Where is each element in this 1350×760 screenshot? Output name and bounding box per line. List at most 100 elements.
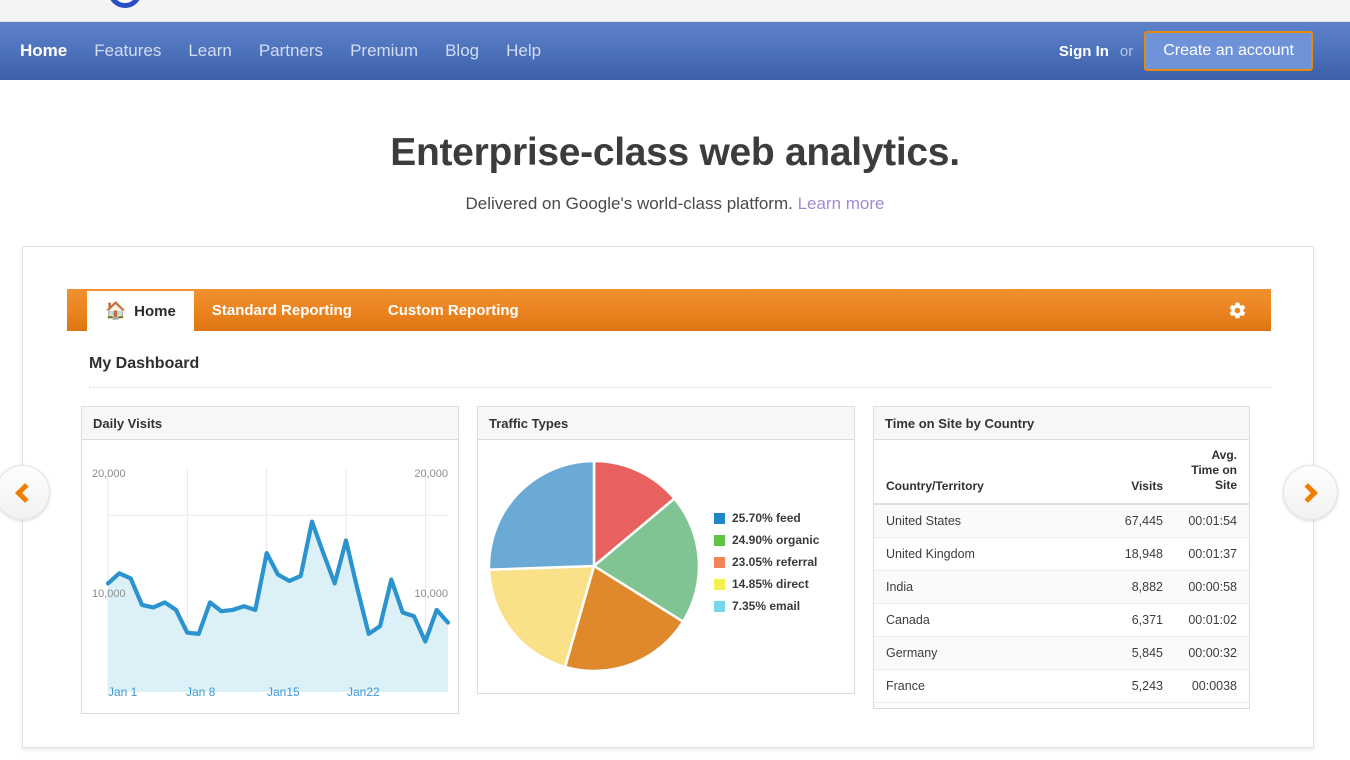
legend-label-email: 7.35% email: [732, 599, 801, 613]
cell-avg-time: 00:01:37: [1175, 537, 1249, 571]
hero-section: Enterprise-class web analytics. Delivere…: [0, 80, 1350, 214]
x-axis-tick-jan1: Jan 1: [108, 685, 138, 699]
widget-daily-visits: Daily Visits 20,000 20,000 10,000 10,000…: [81, 406, 459, 714]
table-row[interactable]: United Kingdom 18,948 00:01:37: [874, 537, 1249, 571]
widget-traffic-types-title: Traffic Types: [478, 407, 854, 440]
time-on-site-table: Country/Territory Visits Avg. Time on Si…: [874, 440, 1249, 703]
cell-avg-time: 00:01:54: [1175, 504, 1249, 538]
daily-visits-line-chart[interactable]: 20,000 20,000 10,000 10,000 Jan 1 Jan 8 …: [82, 440, 458, 712]
hero-subtitle-text: Delivered on Google's world-class platfo…: [465, 194, 793, 213]
legend-swatch-feed: [714, 512, 725, 524]
cell-country: United States: [874, 504, 1103, 538]
widget-traffic-types: Traffic Types 25.70% feed 24.90% organic 2…: [477, 406, 855, 694]
nav-link-partners[interactable]: Partners: [259, 41, 323, 61]
carousel-next-button[interactable]: [1283, 465, 1338, 520]
nav-link-home[interactable]: Home: [20, 41, 67, 61]
x-axis-tick-jan22: Jan22: [347, 685, 380, 699]
traffic-types-pie-chart[interactable]: 25.70% feed 24.90% organic 23.05% referral…: [478, 440, 854, 692]
column-header-avg-time-line2: Time on: [1191, 463, 1237, 477]
cell-visits: 5,243: [1103, 669, 1175, 703]
table-row[interactable]: France 5,243 00:0038: [874, 669, 1249, 703]
create-an-account-button[interactable]: Create an account: [1144, 31, 1313, 71]
or-separator-label: or: [1119, 42, 1134, 60]
nav-link-features[interactable]: Features: [94, 41, 161, 61]
column-header-avg-time-line1: Avg.: [1211, 448, 1237, 462]
legend-label-direct: 14.85% direct: [732, 577, 809, 591]
column-header-country[interactable]: Country/Territory: [874, 440, 1103, 505]
legend-item-feed[interactable]: 25.70% feed: [714, 511, 819, 525]
legend-item-direct[interactable]: 14.85% direct: [714, 577, 819, 591]
legend-item-organic[interactable]: 24.90% organic: [714, 533, 819, 547]
main-navigation-bar: Home Features Learn Partners Premium Blo…: [0, 22, 1350, 80]
legend-item-email[interactable]: 7.35% email: [714, 599, 819, 613]
legend-item-referral[interactable]: 23.05% referral: [714, 555, 819, 569]
table-head: Country/Territory Visits Avg. Time on Si…: [874, 440, 1249, 505]
legend-label-referral: 23.05% referral: [732, 555, 818, 569]
column-header-avg-time[interactable]: Avg. Time on Site: [1175, 440, 1249, 505]
tab-standard-reporting-label: Standard Reporting: [211, 301, 352, 319]
settings-button[interactable]: [1228, 289, 1271, 331]
cell-avg-time: 00:0038: [1175, 669, 1249, 703]
hero-subtitle: Delivered on Google's world-class platfo…: [0, 194, 1350, 214]
cell-visits: 67,445: [1103, 504, 1175, 538]
dashboard-title: My Dashboard: [89, 355, 200, 372]
legend-label-organic: 24.90% organic: [732, 533, 820, 547]
pie-chart-svg: [487, 459, 701, 673]
app-tab-bar: 🏠 Home Standard Reporting Custom Reporti…: [67, 289, 1271, 331]
tab-standard-reporting[interactable]: Standard Reporting: [194, 289, 370, 331]
cell-avg-time: 00:00:58: [1175, 570, 1249, 604]
y-axis-label-top-right: 20,000: [414, 468, 448, 480]
gear-icon: [1229, 302, 1246, 318]
tab-home-label: Home: [134, 302, 176, 320]
y-axis-label-bottom-left: 10,000: [92, 588, 126, 600]
nav-links-group: Home Features Learn Partners Premium Blo…: [0, 41, 568, 61]
widget-time-on-site-by-country: Time on Site by Country Country/Territor…: [873, 406, 1250, 709]
table-row[interactable]: Germany 5,845 00:00:32: [874, 636, 1249, 670]
column-header-avg-time-line3: Site: [1214, 478, 1237, 492]
cell-country: Canada: [874, 603, 1103, 637]
nav-link-learn[interactable]: Learn: [188, 41, 231, 61]
table-header-row: Country/Territory Visits Avg. Time on Si…: [874, 440, 1249, 505]
tab-custom-reporting-label: Custom Reporting: [387, 301, 519, 319]
sign-in-link[interactable]: Sign In: [1059, 43, 1109, 60]
cell-visits: 6,371: [1103, 603, 1175, 637]
legend-swatch-direct: [714, 578, 725, 590]
tab-home[interactable]: 🏠 Home: [87, 291, 194, 331]
table-row[interactable]: India 8,882 00:00:58: [874, 570, 1249, 604]
dashboard-divider: [89, 387, 1271, 388]
y-axis-label-top-left: 20,000: [92, 468, 126, 480]
column-header-visits[interactable]: Visits: [1103, 440, 1175, 505]
nav-link-blog[interactable]: Blog: [445, 41, 479, 61]
cell-country: India: [874, 570, 1103, 604]
logo-strip: [0, 0, 1350, 22]
cell-avg-time: 00:01:02: [1175, 603, 1249, 637]
pie-slice-feed[interactable]: [487, 459, 596, 571]
legend-swatch-email: [714, 600, 725, 612]
y-axis-label-bottom-right: 10,000: [414, 588, 448, 600]
widget-time-on-site-title: Time on Site by Country: [874, 407, 1249, 440]
x-axis-tick-jan8: Jan 8: [186, 685, 216, 699]
legend-swatch-referral: [714, 556, 725, 568]
cell-visits: 5,845: [1103, 636, 1175, 670]
table-row[interactable]: United States 67,445 00:01:54: [874, 504, 1249, 538]
widget-daily-visits-title: Daily Visits: [82, 407, 458, 440]
circle-logo-icon[interactable]: [108, 0, 142, 8]
chevron-left-icon: [15, 482, 35, 503]
legend-swatch-organic: [714, 534, 725, 546]
page-title: Enterprise-class web analytics.: [390, 131, 960, 174]
home-icon: 🏠: [105, 301, 127, 320]
learn-more-link[interactable]: Learn more: [798, 194, 885, 213]
x-axis-tick-jan15: Jan15: [267, 685, 300, 699]
pie-chart-legend: 25.70% feed 24.90% organic 23.05% referral…: [714, 511, 819, 621]
nav-link-premium[interactable]: Premium: [350, 41, 418, 61]
cell-country: France: [874, 669, 1103, 703]
chevron-right-icon: [1298, 482, 1318, 503]
cell-visits: 8,882: [1103, 570, 1175, 604]
table-row[interactable]: Canada 6,371 00:01:02: [874, 603, 1249, 637]
cell-visits: 18,948: [1103, 537, 1175, 571]
nav-link-help[interactable]: Help: [506, 41, 541, 61]
nav-account-group: Sign In or Create an account: [1059, 31, 1350, 71]
tab-custom-reporting[interactable]: Custom Reporting: [370, 289, 537, 331]
table-body: United States 67,445 00:01:54 United Kingdo…: [874, 504, 1249, 703]
cell-avg-time: 00:00:32: [1175, 636, 1249, 670]
